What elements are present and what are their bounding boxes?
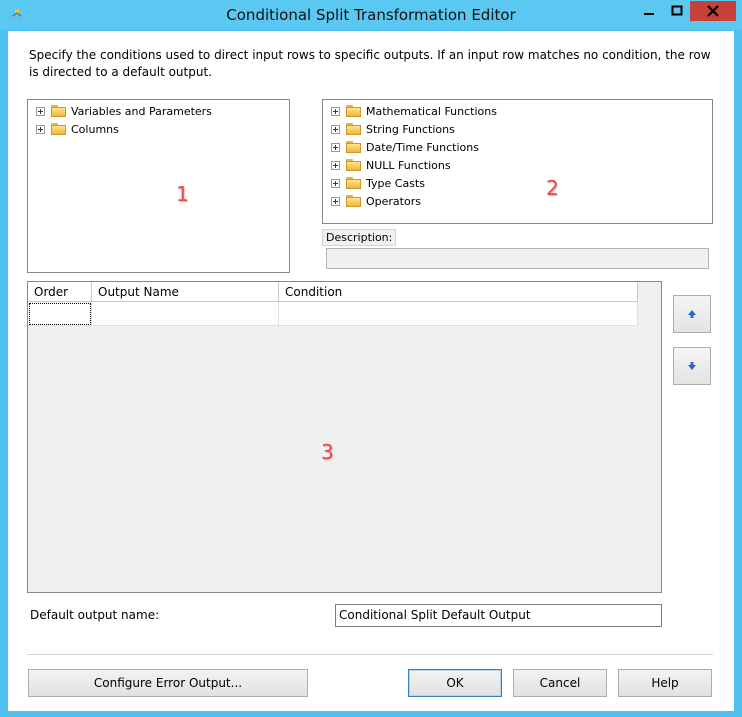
conditions-grid[interactable]: Order Output Name Condition 3 <box>27 281 662 593</box>
column-header-condition[interactable]: Condition <box>279 282 638 302</box>
maximize-icon <box>671 5 683 16</box>
grid-cell-order[interactable] <box>28 302 92 326</box>
tree-item-null[interactable]: NULL Functions <box>331 156 451 174</box>
tree-item-string[interactable]: String Functions <box>331 120 455 138</box>
minimize-icon <box>644 13 654 15</box>
column-header-order[interactable]: Order <box>28 282 92 302</box>
title-bar[interactable]: Conditional Split Transformation Editor <box>0 0 742 30</box>
expand-icon[interactable] <box>331 106 340 116</box>
tree-item-operators[interactable]: Operators <box>331 192 421 210</box>
grid-cell-output-name[interactable] <box>92 302 279 326</box>
arrow-up-icon <box>688 310 696 318</box>
expand-icon[interactable] <box>331 142 340 152</box>
folder-icon <box>346 105 361 117</box>
close-icon <box>707 5 719 17</box>
expand-icon[interactable] <box>331 196 340 206</box>
editor-window: Conditional Split Transformation Editor … <box>0 0 742 717</box>
expand-icon[interactable] <box>331 124 340 134</box>
tree-item-label: Variables and Parameters <box>71 104 212 118</box>
annotation-marker-2: 2 <box>546 176 559 200</box>
tree-item-label: Mathematical Functions <box>366 104 497 118</box>
tree-item-label: String Functions <box>366 122 455 136</box>
tree-item-variables[interactable]: Variables and Parameters <box>36 102 212 120</box>
description-box <box>326 248 709 269</box>
instructions-text: Specify the conditions used to direct in… <box>29 48 711 79</box>
configure-error-output-button[interactable]: Configure Error Output... <box>28 669 308 697</box>
cancel-button[interactable]: Cancel <box>513 669 607 697</box>
help-button[interactable]: Help <box>618 669 712 697</box>
tree-item-mathematical[interactable]: Mathematical Functions <box>331 102 497 120</box>
move-down-button[interactable] <box>673 347 711 385</box>
tree-item-datetime[interactable]: Date/Time Functions <box>331 138 479 156</box>
folder-icon <box>51 123 66 135</box>
expand-icon[interactable] <box>36 124 45 134</box>
variables-columns-tree[interactable]: Variables and Parameters Columns 1 <box>27 99 290 273</box>
folder-icon <box>346 141 361 153</box>
tree-item-label: Type Casts <box>366 176 425 190</box>
move-up-button[interactable] <box>673 295 711 333</box>
grid-cell-condition[interactable] <box>279 302 638 326</box>
expand-icon[interactable] <box>331 178 340 188</box>
folder-icon <box>346 195 361 207</box>
functions-tree[interactable]: Mathematical Functions String Functions … <box>322 99 713 224</box>
tree-item-label: Operators <box>366 194 421 208</box>
folder-icon <box>346 123 361 135</box>
arrow-down-icon <box>688 362 696 370</box>
maximize-button[interactable] <box>664 1 690 21</box>
window-title: Conditional Split Transformation Editor <box>226 6 516 24</box>
tree-item-columns[interactable]: Columns <box>36 120 119 138</box>
default-output-name-input[interactable]: Conditional Split Default Output <box>335 604 662 627</box>
default-output-label: Default output name: <box>30 608 160 622</box>
description-label: Description: <box>322 229 397 246</box>
column-header-output-name[interactable]: Output Name <box>92 282 279 302</box>
separator <box>27 654 713 655</box>
expand-icon[interactable] <box>331 160 340 170</box>
expand-icon[interactable] <box>36 106 45 116</box>
minimize-button[interactable] <box>634 1 664 21</box>
ok-button[interactable]: OK <box>408 669 502 697</box>
annotation-marker-3: 3 <box>321 440 334 464</box>
folder-icon <box>346 177 361 189</box>
tree-item-label: NULL Functions <box>366 158 451 172</box>
tree-item-label: Columns <box>71 122 119 136</box>
dialog-body: Specify the conditions used to direct in… <box>8 31 734 711</box>
tree-item-type-casts[interactable]: Type Casts <box>331 174 425 192</box>
folder-icon <box>346 159 361 171</box>
folder-icon <box>51 105 66 117</box>
annotation-marker-1: 1 <box>176 182 189 206</box>
tree-item-label: Date/Time Functions <box>366 140 479 154</box>
close-button[interactable] <box>690 1 736 21</box>
